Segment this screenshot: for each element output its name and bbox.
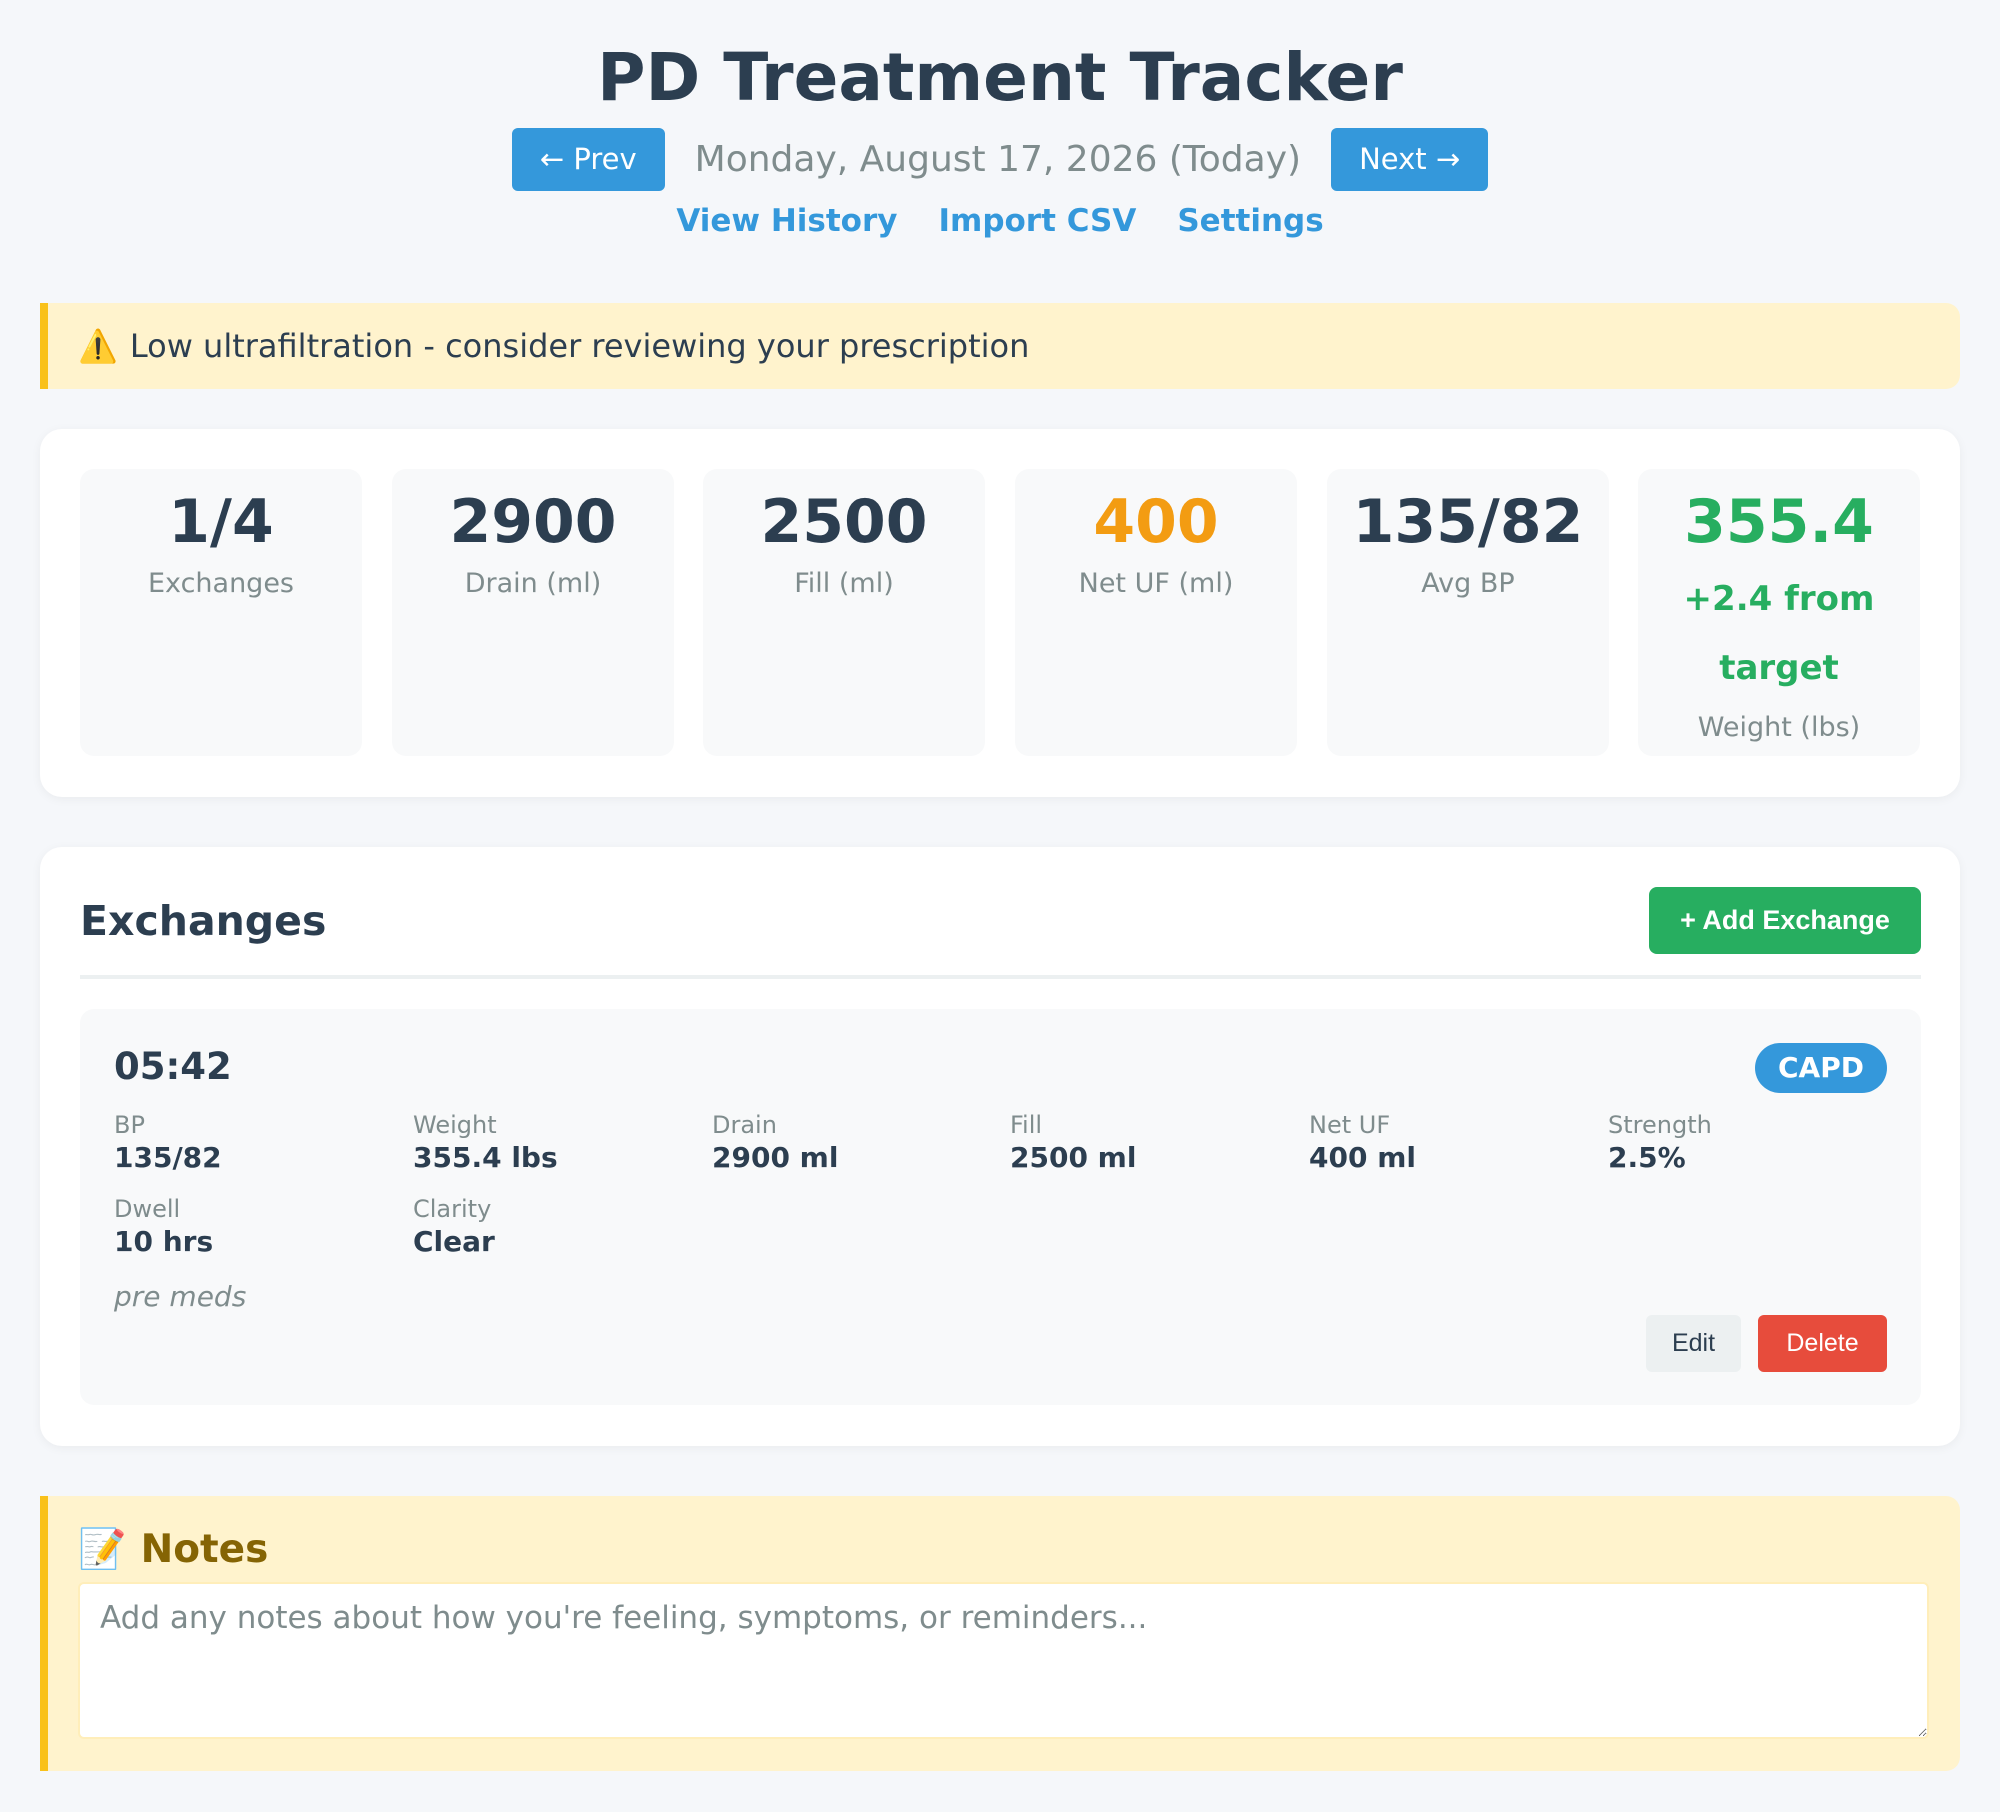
field-label: Strength: [1608, 1111, 1712, 1139]
field-label: Fill: [1010, 1111, 1043, 1139]
exchange-type-badge: CAPD: [1755, 1043, 1887, 1093]
notes-header: 📝 Notes: [78, 1526, 269, 1573]
stat-value: 1/4: [168, 487, 274, 557]
exchanges-title: Exchanges: [80, 897, 327, 945]
field-label: Weight: [413, 1111, 497, 1139]
warning-icon: ⚠️: [78, 327, 118, 365]
add-exchange-button[interactable]: + Add Exchange: [1649, 887, 1921, 954]
stat-value: 400: [1093, 487, 1219, 557]
stat-label: Avg BP: [1421, 568, 1515, 599]
import-csv-link[interactable]: Import CSV: [938, 203, 1136, 239]
field-value: 10 hrs: [114, 1225, 214, 1258]
memo-icon: 📝: [78, 1527, 127, 1572]
field-strength: Strength 2.5%: [1608, 1110, 1712, 1176]
delete-exchange-button[interactable]: Delete: [1758, 1315, 1887, 1372]
date-navigation: ← Prev Monday, August 17, 2026 (Today) N…: [0, 127, 2000, 191]
field-net-uf: Net UF 400 ml: [1309, 1110, 1416, 1176]
stat-drain: 2900 Drain (ml): [392, 469, 674, 756]
stat-avg-bp: 135/82 Avg BP: [1327, 469, 1609, 756]
field-value: 400 ml: [1309, 1141, 1416, 1174]
exchange-time: 05:42: [114, 1045, 232, 1088]
notes-title: Notes: [140, 1526, 269, 1572]
divider: [80, 975, 1921, 979]
exchanges-card: Exchanges + Add Exchange 05:42 CAPD BP 1…: [40, 847, 1960, 1446]
stat-value: 2900: [449, 487, 617, 557]
field-label: Dwell: [114, 1195, 181, 1223]
exchange-item: 05:42 CAPD BP 135/82 Weight 355.4 lbs Dr…: [80, 1009, 1921, 1405]
pd-tracker-page: PD Treatment Tracker ← Prev Monday, Augu…: [0, 0, 2000, 1812]
settings-link[interactable]: Settings: [1177, 203, 1323, 239]
field-weight: Weight 355.4 lbs: [413, 1110, 558, 1176]
page-title: PD Treatment Tracker: [597, 39, 1403, 116]
daily-summary: 1/4 Exchanges 2900 Drain (ml) 2500 Fill …: [40, 429, 1960, 797]
low-uf-alert: ⚠️ Low ultrafiltration - consider review…: [40, 303, 1960, 389]
edit-exchange-button[interactable]: Edit: [1646, 1315, 1741, 1372]
field-drain: Drain 2900 ml: [712, 1110, 838, 1176]
current-date: Monday, August 17, 2026 (Today): [694, 138, 1302, 180]
field-label: Net UF: [1309, 1111, 1391, 1139]
view-history-link[interactable]: View History: [676, 203, 897, 239]
alert-text: Low ultrafiltration - consider reviewing…: [129, 327, 1030, 365]
stat-label: Exchanges: [148, 568, 294, 599]
field-label: BP: [114, 1111, 145, 1139]
prev-day-button[interactable]: ← Prev: [511, 127, 665, 191]
field-clarity: Clarity Clear: [413, 1194, 495, 1260]
stat-value: 2500: [760, 487, 928, 557]
stat-label: Fill (ml): [794, 568, 894, 599]
stat-value: 355.4: [1684, 487, 1874, 557]
header-links: View History Import CSV Settings: [0, 203, 2000, 239]
stat-label: Weight (lbs): [1697, 712, 1861, 743]
field-value: 2900 ml: [712, 1141, 839, 1174]
stat-exchanges: 1/4 Exchanges: [80, 469, 362, 756]
field-value: 2500 ml: [1010, 1141, 1137, 1174]
exchange-note: pre meds: [114, 1280, 247, 1313]
field-value: 135/82: [114, 1141, 222, 1174]
field-label: Clarity: [413, 1195, 492, 1223]
stat-net-uf: 400 Net UF (ml): [1015, 469, 1297, 756]
stat-value: 135/82: [1352, 487, 1584, 557]
field-fill: Fill 2500 ml: [1010, 1110, 1136, 1176]
field-value: 2.5%: [1608, 1141, 1686, 1174]
field-label: Drain: [712, 1111, 777, 1139]
stat-label: Net UF (ml): [1078, 568, 1234, 599]
stat-weight: 355.4 +2.4 from target Weight (lbs): [1638, 469, 1920, 756]
next-day-button[interactable]: Next →: [1331, 127, 1489, 191]
field-bp: BP 135/82: [114, 1110, 222, 1176]
field-value: 355.4 lbs: [413, 1141, 558, 1174]
weight-target-delta: +2.4 from target: [1683, 579, 1875, 688]
notes-textarea[interactable]: [78, 1582, 1929, 1739]
field-value: Clear: [413, 1225, 495, 1258]
notes-section: 📝 Notes: [40, 1496, 1960, 1771]
stat-fill: 2500 Fill (ml): [703, 469, 985, 756]
stat-label: Drain (ml): [464, 568, 602, 599]
field-dwell: Dwell 10 hrs: [114, 1194, 213, 1260]
